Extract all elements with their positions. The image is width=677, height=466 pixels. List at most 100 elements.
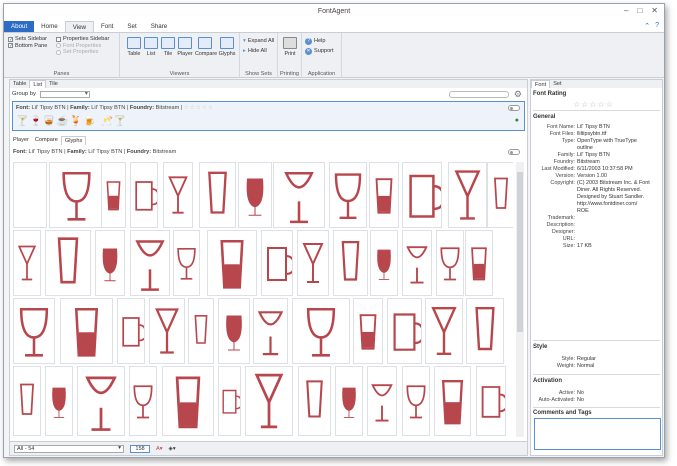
glyph-cell[interactable] [253, 298, 288, 364]
glyph-toggle[interactable] [508, 149, 520, 155]
help-icon[interactable]: ? [655, 22, 659, 30]
tab-font[interactable]: Font [94, 21, 120, 32]
expand-all-button[interactable]: ▾ Expand All [243, 36, 274, 46]
glyph-cell[interactable] [207, 230, 257, 296]
glyph-cell[interactable] [335, 366, 363, 436]
glyph-cell[interactable] [425, 298, 463, 364]
tab-set[interactable]: Set [120, 21, 143, 32]
maximize-icon[interactable]: □ [637, 6, 642, 15]
tab-tile[interactable]: Tile [46, 80, 61, 88]
font-color-icon[interactable]: A▾ [156, 446, 163, 452]
glyph-cell[interactable] [487, 162, 513, 228]
chevron-up-icon[interactable]: ⌃ [644, 22, 650, 30]
glyph-cell[interactable] [117, 298, 145, 364]
glyph-cell[interactable] [218, 298, 250, 364]
glyph-cell[interactable] [466, 298, 504, 364]
glyph-cell[interactable] [333, 230, 368, 296]
glyph-cell[interactable] [163, 162, 193, 228]
tab-table[interactable]: Table [10, 80, 29, 88]
font-list-item[interactable]: Font: Lil' Tipsy BTN | Family: Lil' Tips… [12, 101, 525, 131]
glyph-cell[interactable] [13, 366, 41, 436]
glyph-cell[interactable] [261, 230, 293, 296]
glyph-cell[interactable] [402, 162, 442, 228]
compare-view-button[interactable]: Compare [195, 37, 217, 57]
glyph-cell[interactable] [273, 162, 325, 228]
glyph-cell[interactable] [238, 162, 272, 228]
glyph-scrollbar[interactable] [516, 162, 524, 437]
glyph-cell[interactable] [173, 230, 200, 296]
glyph-cell[interactable] [329, 162, 367, 228]
glyph-cell[interactable] [162, 366, 214, 436]
glyph-cell[interactable] [149, 298, 185, 364]
glyph-shape [475, 307, 495, 351]
status-bar: All - 54 158 A▾ ◈▾ [10, 441, 527, 455]
glyph-shape [222, 389, 240, 414]
tab-home[interactable]: Home [34, 21, 65, 32]
glyph-cell[interactable] [465, 230, 493, 296]
glyph-cell[interactable] [60, 298, 113, 364]
glyph-cell[interactable] [13, 298, 55, 364]
size-field[interactable]: 158 [130, 444, 150, 453]
group-by-select[interactable] [39, 90, 90, 98]
tab-view[interactable]: View [64, 21, 94, 32]
glyph-cell[interactable] [292, 298, 350, 364]
print-button[interactable]: Print [280, 37, 300, 57]
glyph-cell[interactable] [130, 230, 170, 296]
tab-player[interactable]: Player [10, 136, 32, 145]
glyph-cell[interactable] [13, 230, 41, 296]
glyph-cell[interactable] [95, 230, 125, 296]
glyph-cell[interactable] [369, 162, 399, 228]
tab-share[interactable]: Share [144, 21, 175, 32]
glyph-cell[interactable] [367, 366, 397, 436]
tab-font-props[interactable]: Font [531, 80, 551, 88]
range-select[interactable]: All - 54 [14, 444, 124, 453]
tab-compare[interactable]: Compare [32, 136, 61, 145]
glyph-cell[interactable] [101, 162, 126, 228]
glyph-cell[interactable] [45, 366, 73, 436]
tab-list[interactable]: List [29, 80, 47, 88]
glyph-cell[interactable] [130, 162, 158, 228]
glyph-cell[interactable] [353, 298, 383, 364]
support-button[interactable]: ✕ Support [305, 46, 334, 56]
glyph-cell[interactable] [402, 366, 430, 436]
glyph-cell[interactable] [434, 366, 471, 436]
glyph-cell[interactable] [476, 366, 506, 436]
tab-about[interactable]: About [4, 21, 35, 32]
minimize-icon[interactable]: – [624, 6, 628, 15]
tab-set-props[interactable]: Set [550, 80, 564, 88]
bottom-pane-checkbox[interactable]: ✓ Bottom Pane [8, 43, 47, 50]
glyph-cell[interactable] [297, 230, 329, 296]
set-properties-radio[interactable]: Set Properties [56, 49, 109, 56]
glyph-cell[interactable] [218, 366, 241, 436]
tab-glyphs[interactable]: Glyphs [60, 136, 87, 145]
glyph-cell[interactable] [199, 162, 236, 228]
rating-stars[interactable]: ☆☆☆☆☆ [184, 105, 214, 111]
glyph-cell[interactable] [188, 298, 214, 364]
glyphs-view-button[interactable]: Glyphs [217, 37, 237, 57]
glyph-cell[interactable] [77, 366, 125, 436]
close-icon[interactable]: ✕ [651, 6, 658, 15]
properties-sidebar-checkbox[interactable]: Properties Sidebar [56, 36, 109, 43]
glyph-shape [341, 241, 360, 281]
glyph-cell[interactable] [387, 298, 422, 364]
glyph-shape [359, 314, 377, 350]
comments-textarea[interactable] [534, 418, 661, 450]
glyph-cell[interactable] [13, 162, 47, 228]
glyph-cell[interactable] [298, 366, 331, 436]
search-input[interactable] [449, 90, 509, 98]
glyph-cell[interactable] [49, 162, 104, 228]
glyph-cell[interactable] [45, 230, 91, 296]
glyph-cell[interactable] [402, 230, 432, 296]
rating-stars-panel[interactable]: ☆☆☆☆☆ [573, 100, 614, 109]
glyph-cell[interactable] [129, 366, 157, 436]
font-toggle[interactable] [508, 105, 520, 111]
gear-icon[interactable]: ⚙ [514, 89, 522, 100]
glyph-cell[interactable] [370, 230, 398, 296]
glyph-cell[interactable] [448, 162, 487, 228]
player-view-button[interactable]: Player [175, 37, 195, 57]
help-button[interactable]: ? Help [305, 36, 334, 46]
glyph-cell[interactable] [245, 366, 293, 436]
glyph-cell[interactable] [436, 230, 464, 296]
hide-all-button[interactable]: ▸ Hide All [243, 46, 274, 56]
background-color-icon[interactable]: ◈▾ [169, 446, 176, 452]
